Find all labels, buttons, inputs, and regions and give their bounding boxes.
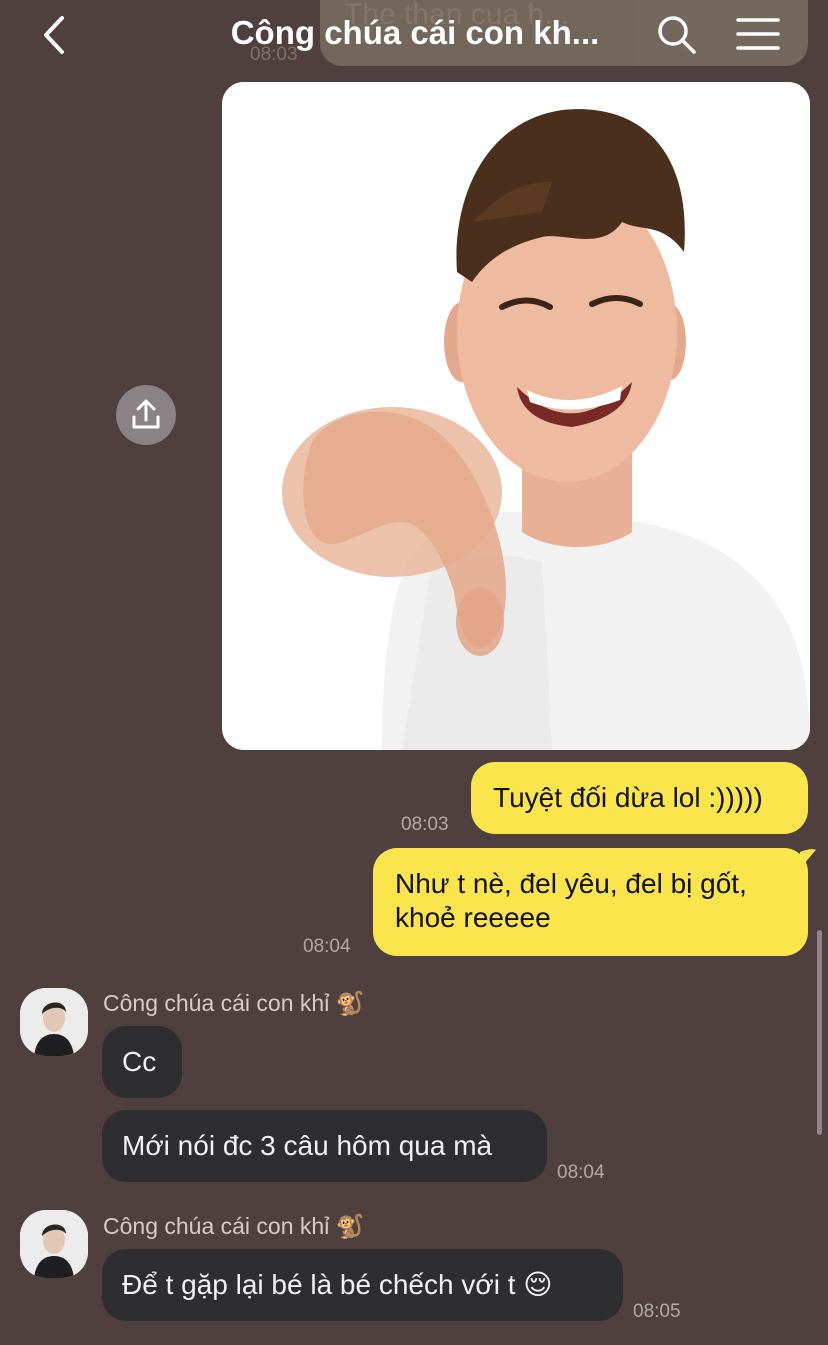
received-message-text: Để t gặp lại bé là bé chếch với t 😌 <box>122 1269 553 1300</box>
back-icon <box>44 16 64 54</box>
received-message-bubble[interactable]: Mới nói đc 3 câu hôm qua mà <box>102 1110 547 1182</box>
share-button[interactable] <box>116 385 176 445</box>
message-time: 08:04 <box>303 936 351 957</box>
message-time: 08:04 <box>557 1162 605 1183</box>
sent-message-text-line1: Như t nè, đel yêu, đel bị gốt, <box>395 868 747 899</box>
received-message-text: Cc <box>122 1046 157 1077</box>
back-button[interactable] <box>36 12 76 58</box>
share-icon <box>132 399 160 429</box>
avatar-photo <box>20 1210 88 1278</box>
received-message-text: Mới nói đc 3 câu hôm qua mà <box>122 1130 493 1161</box>
sender-name: Công chúa cái con khỉ 🐒 <box>103 1213 365 1239</box>
received-message-bubble[interactable]: Cc <box>102 1026 182 1098</box>
menu-button[interactable] <box>736 16 780 52</box>
avatar-photo <box>20 988 88 1056</box>
search-icon <box>658 16 696 54</box>
sent-message-bubble[interactable]: Tuyệt đối dừa lol :))))) <box>471 762 808 834</box>
image-message[interactable] <box>222 82 810 750</box>
avatar[interactable] <box>20 988 88 1056</box>
menu-icon <box>736 18 780 50</box>
bubble-tail <box>800 849 816 870</box>
sent-message-text-line2: khoẻ reeeee <box>395 902 551 933</box>
sender-name: Công chúa cái con khỉ 🐒 <box>103 990 365 1016</box>
sent-message-bubble[interactable]: Như t nè, đel yêu, đel bị gốt, khoẻ reee… <box>373 848 808 956</box>
avatar[interactable] <box>20 1210 88 1278</box>
scrollbar[interactable] <box>817 930 822 1135</box>
message-time: 08:03 <box>401 814 449 835</box>
chat-title: Công chúa cái con kh... <box>230 14 600 51</box>
received-message-bubble[interactable]: Để t gặp lại bé là bé chếch với t 😌 <box>102 1249 623 1321</box>
message-time: 08:05 <box>633 1301 681 1322</box>
chat-header: Công chúa cái con kh... <box>0 0 828 70</box>
photo-laughing-boy-pointing <box>222 82 810 750</box>
search-button[interactable] <box>656 14 698 56</box>
sent-message-text: Tuyệt đối dừa lol :))))) <box>493 782 763 813</box>
